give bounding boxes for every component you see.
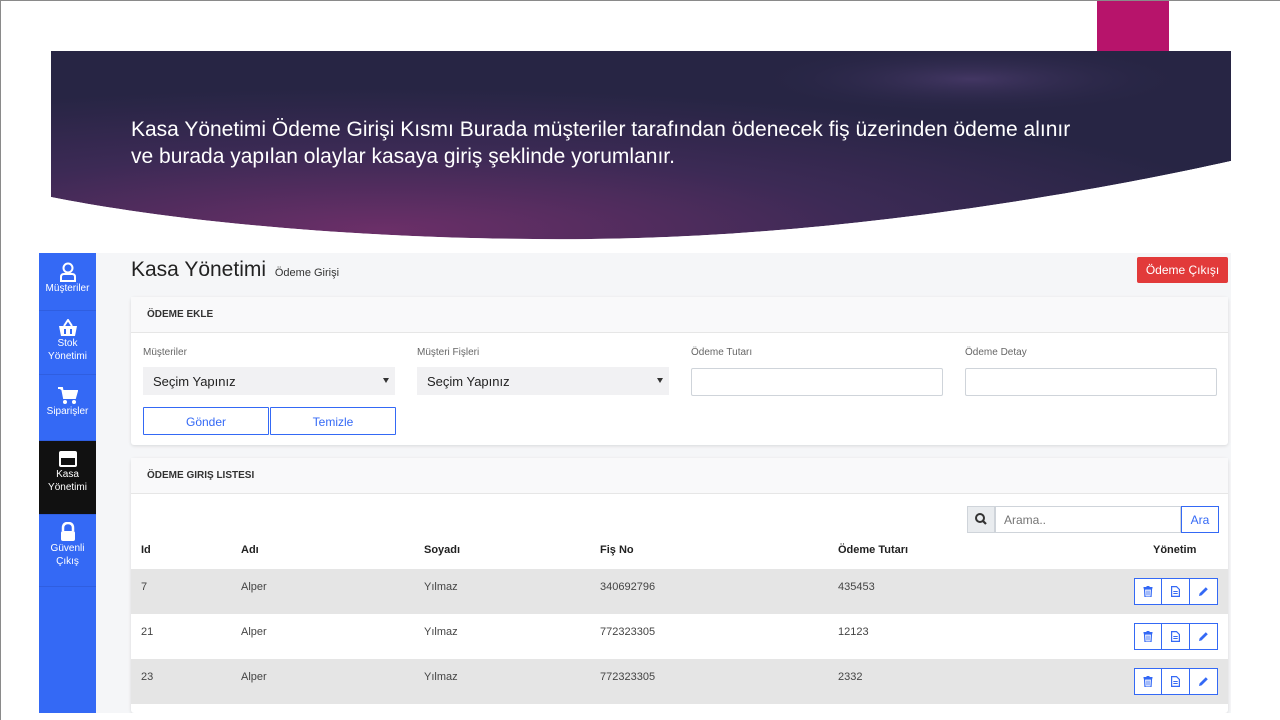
column-header-receipt: Fiş No [600, 544, 634, 556]
payment-list-card: ÖDEME GIRIŞ LISTESI Ara Id Adı Soyadı Fi… [131, 458, 1228, 713]
delete-button[interactable] [1134, 623, 1162, 650]
detail-label: Ödeme Detay [965, 347, 1027, 358]
column-header-name: Adı [241, 544, 259, 556]
detail-button[interactable] [1162, 623, 1190, 650]
trash-icon [1143, 631, 1153, 642]
cell-amount: 435453 [838, 581, 875, 593]
cell-amount: 2332 [838, 671, 863, 683]
search-input[interactable] [995, 506, 1181, 533]
detail-field[interactable] [965, 368, 1217, 396]
delete-button[interactable] [1134, 668, 1162, 695]
amount-field[interactable] [691, 368, 943, 396]
edit-button[interactable] [1190, 623, 1218, 650]
slide-caption: Kasa Yönetimi Ödeme Girişi Kısmı Burada … [131, 118, 1071, 168]
receipts-select-value: Seçim Yapınız [427, 374, 510, 389]
search-group: Ara [967, 506, 1219, 533]
lock-icon [60, 522, 75, 541]
cell-receipt: 340692796 [600, 581, 656, 593]
row-actions [1134, 578, 1219, 605]
receipts-select[interactable]: Seçim Yapınız [417, 367, 669, 395]
document-icon [1171, 631, 1180, 642]
cell-surname: Yılmaz [424, 671, 458, 683]
banner: Kasa Yönetimi Ödeme Girişi Kısmı Burada … [51, 51, 1231, 241]
row-actions [1134, 623, 1219, 650]
sidebar: Müşteriler Stok Yönetimi Siparişler Kasa… [39, 253, 96, 713]
pencil-icon [1199, 632, 1208, 641]
user-icon [59, 262, 76, 282]
cell-name: Alper [241, 626, 267, 638]
customers-select-value: Seçim Yapınız [153, 374, 236, 389]
search-icon [967, 506, 995, 533]
cell-receipt: 772323305 [600, 626, 656, 638]
column-header-id: Id [141, 544, 151, 556]
page-subtitle: Ödeme Girişi [274, 267, 340, 279]
detail-button[interactable] [1162, 668, 1190, 695]
pencil-icon [1199, 677, 1208, 686]
table-row: 7 Alper Yılmaz 340692796 435453 [131, 569, 1228, 614]
cell-id: 23 [141, 671, 154, 683]
basket-icon [58, 319, 77, 336]
slide: Kasa Yönetimi Ödeme Girişi Kısmı Burada … [0, 0, 1280, 720]
search-button[interactable]: Ara [1181, 506, 1219, 533]
page-title-text: Kasa Yönetimi [131, 258, 267, 281]
sidebar-item-logout[interactable]: Güvenli Çıkış [39, 515, 96, 587]
document-icon [1171, 586, 1180, 597]
chevron-down-icon [383, 378, 389, 383]
edit-button[interactable] [1190, 578, 1218, 605]
card-title: ÖDEME EKLE [131, 297, 1228, 333]
edit-button[interactable] [1190, 668, 1218, 695]
column-header-surname: Soyadı [424, 544, 461, 556]
delete-button[interactable] [1134, 578, 1162, 605]
clear-button[interactable]: Temizle [270, 407, 396, 435]
app-screenshot: Müşteriler Stok Yönetimi Siparişler Kasa… [39, 253, 1231, 713]
cell-name: Alper [241, 581, 267, 593]
amount-label: Ödeme Tutarı [691, 347, 753, 358]
table-row: 21 Alper Yılmaz 772323305 12123 [131, 614, 1228, 659]
customers-select[interactable]: Seçim Yapınız [143, 367, 395, 395]
pencil-icon [1199, 587, 1208, 596]
sidebar-item-customers[interactable]: Müşteriler [39, 253, 96, 311]
sidebar-item-orders[interactable]: Siparişler [39, 375, 96, 441]
sidebar-item-label: Müşteriler [45, 283, 90, 294]
table-row: 23 Alper Yılmaz 772323305 2332 [131, 659, 1228, 704]
detail-button[interactable] [1162, 578, 1190, 605]
sidebar-item-label: Kasa Yönetimi [48, 469, 87, 493]
payment-exit-button[interactable]: Ödeme Çıkışı [1137, 257, 1228, 283]
cell-amount: 12123 [838, 626, 869, 638]
receipts-label: Müşteri Fişleri [417, 347, 480, 358]
card-title: ÖDEME GIRIŞ LISTESI [131, 458, 1228, 494]
cell-name: Alper [241, 671, 267, 683]
main-content: Kasa Yönetimi Ödeme Girişi Ödeme Çıkışı … [96, 253, 1231, 713]
cell-receipt: 772323305 [600, 671, 656, 683]
cart-icon [57, 387, 78, 404]
cell-id: 21 [141, 626, 154, 638]
sidebar-item-label: Güvenli Çıkış [50, 543, 85, 567]
trash-icon [1143, 586, 1153, 597]
payment-add-card: ÖDEME EKLE Müşteriler Seçim Yapınız Müşt… [131, 297, 1228, 445]
sidebar-item-cash[interactable]: Kasa Yönetimi [39, 441, 96, 515]
cell-id: 7 [141, 581, 148, 593]
row-actions [1134, 668, 1219, 695]
sidebar-item-label: Siparişler [46, 406, 89, 417]
sidebar-item-label: Stok Yönetimi [48, 338, 87, 362]
submit-button[interactable]: Gönder [143, 407, 269, 435]
cell-surname: Yılmaz [424, 626, 458, 638]
sidebar-item-stock[interactable]: Stok Yönetimi [39, 311, 96, 375]
cell-surname: Yılmaz [424, 581, 458, 593]
chevron-down-icon [657, 378, 663, 383]
wallet-icon [58, 451, 77, 467]
page-title: Kasa Yönetimi Ödeme Girişi [131, 258, 339, 282]
column-header-actions: Yönetim [1153, 544, 1197, 556]
trash-icon [1143, 676, 1153, 687]
column-header-amount: Ödeme Tutarı [838, 544, 909, 556]
customers-label: Müşteriler [143, 347, 187, 358]
document-icon [1171, 676, 1180, 687]
